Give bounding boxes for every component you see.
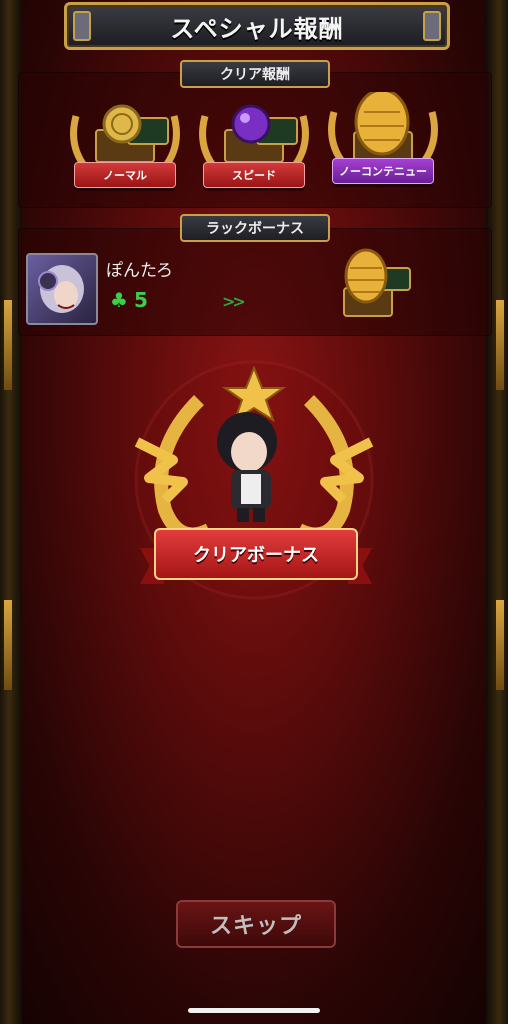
clear-rewards-tag: クリア報酬 — [180, 60, 330, 88]
character-portrait-icon — [38, 265, 84, 313]
luck-value: ♣ 5 — [110, 288, 148, 312]
page-title: スペシャル報酬 — [170, 14, 344, 43]
avatar — [26, 253, 98, 325]
frame-ornament — [496, 600, 504, 690]
skip-button[interactable]: スキップ — [176, 900, 336, 948]
title-cap-right — [423, 11, 441, 41]
reward-normal: ノーマル — [66, 96, 184, 206]
player-name: ぽんたろ — [106, 261, 173, 281]
arrow-icon: >> — [222, 292, 246, 311]
luck-number: 5 — [133, 288, 148, 312]
home-indicator[interactable] — [188, 1008, 320, 1013]
frame-ornament — [4, 600, 12, 690]
reward-label: ノーマル — [74, 162, 176, 188]
title-cap-left — [73, 11, 91, 41]
frame-ornament — [496, 300, 504, 390]
clear-bonus-banner: クリアボーナス — [154, 528, 358, 580]
reward-speed: スピード — [195, 96, 313, 206]
frame-ornament — [4, 300, 12, 390]
reward-label: ノーコンテニュー — [332, 158, 434, 184]
golden-egg-chest-icon — [343, 248, 411, 317]
luck-bonus-tag: ラックボーナス — [180, 214, 330, 242]
title-bar: スペシャル報酬 — [64, 2, 450, 50]
reward-label: スピード — [203, 162, 305, 188]
clover-icon: ♣ — [110, 288, 128, 312]
reward-no-continue: ノーコンテニュー — [324, 92, 442, 202]
